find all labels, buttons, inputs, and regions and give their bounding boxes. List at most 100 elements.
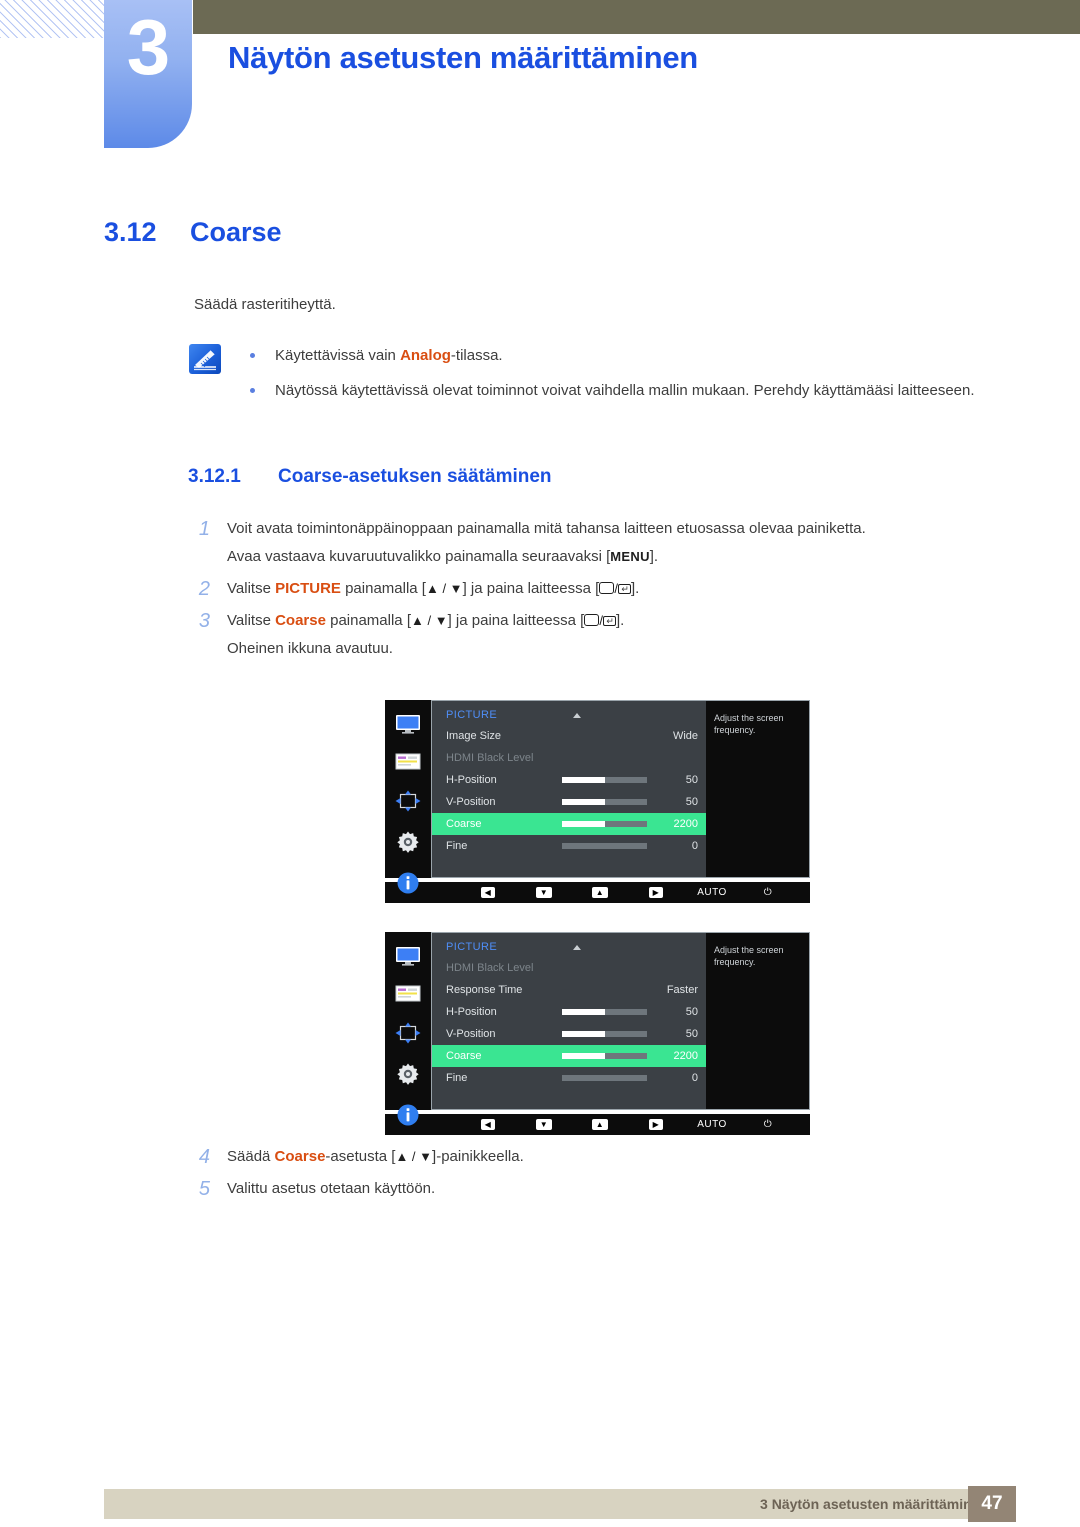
osd-row-value: Wide [672,730,698,742]
steps-list-bottom: 4 Säädä Coarse-asetusta [▲ / ▼]-painikke… [190,1143,990,1207]
osd-menu-title: PICTURE [446,941,498,953]
steps-list-top: 1 Voit avata toimintonäppäinoppaan paina… [190,515,990,667]
bullet-text-pre: Käytettävissä vain [275,347,401,364]
menu-panel-icon[interactable] [395,985,421,1008]
page-number: 47 [968,1486,1016,1522]
step-3: 3 Valitse Coarse painamalla [▲ / ▼] ja p… [190,607,990,663]
position-arrows-icon[interactable] [395,790,421,817]
osd-rows: Image Size Wide HDMI Black Level H-Position… [432,725,706,857]
step-highlight: Coarse [275,612,326,629]
menu-panel-icon[interactable] [395,753,421,776]
enter-button-icon: ↵ [602,616,616,626]
section-title: Coarse [190,217,282,247]
osd-help-panel: Adjust the screen frequency. [706,932,810,1110]
info-icon[interactable] [397,1104,419,1131]
osd-row-fine[interactable]: Fine 0 [432,835,706,857]
osd-screenshot-1: PICTURE Image Size Wide HDMI Black Level H-… [385,700,810,903]
step-text-c: ]-painikkeella. [432,1148,524,1165]
arrow-keys-glyph: ▲ / ▼ [425,581,463,596]
osd-row-value: 0 [691,840,698,852]
osd-btn-up[interactable]: ▲ [572,887,628,898]
bullet-highlight: Analog [400,347,451,364]
power-icon[interactable]: ⏻ [740,887,796,898]
osd-slider[interactable] [562,843,647,849]
step-text-b: painamalla [ [325,612,411,629]
step-2: 2 Valitse PICTURE painamalla [▲ / ▼] ja … [190,575,990,603]
osd-row-label: Coarse [446,1050,482,1062]
osd-btn-right[interactable]: ▶ [628,887,684,898]
osd-btn-up[interactable]: ▲ [572,1119,628,1130]
osd-menu-panel: PICTURE Image Size Wide HDMI Black Level H-… [431,700,706,878]
gear-icon[interactable] [397,831,419,858]
decorative-hatch-pattern [0,0,108,38]
osd-row-response-time[interactable]: Response Time Faster [432,979,706,1001]
osd-row-hdmi-black-level[interactable]: HDMI Black Level [432,957,706,979]
monitor-icon[interactable] [395,714,421,739]
step-text-c: ] ja paina laitteessa [ [462,580,600,597]
osd-slider[interactable] [562,799,647,805]
osd-btn-auto[interactable]: AUTO [684,887,740,898]
step-number: 2 [198,578,210,600]
osd-row-value: 2200 [673,818,698,830]
osd-row-value: 50 [685,796,698,808]
step-followup-text: Oheinen ikkuna avautuu. [227,640,393,657]
chapter-tab: 3 [104,0,192,148]
osd-row-fine[interactable]: Fine 0 [432,1067,706,1089]
osd-body: PICTURE HDMI Black Level Response Time Fas… [385,932,810,1126]
scroll-up-caret-icon [573,945,581,950]
position-arrows-icon[interactable] [395,1022,421,1049]
section-intro-text: Säädä rasteritiheyttä. [194,296,336,313]
osd-row-v-position[interactable]: V-Position 50 [432,1023,706,1045]
section-heading: 3.12 Coarse [104,217,282,248]
osd-row-coarse[interactable]: Coarse 2200 [432,813,706,835]
info-icon[interactable] [397,872,419,899]
osd-screenshot-2: PICTURE HDMI Black Level Response Time Fas… [385,932,810,1135]
step-5: 5 Valittu asetus otetaan käyttöön. [190,1175,990,1203]
osd-btn-down[interactable]: ▼ [516,1119,572,1130]
source-button-icon [584,614,600,626]
step-text-b: -asetusta [ [325,1148,396,1165]
footer-chapter-label: 3 Näytön asetusten määrittäminen [760,1496,988,1512]
osd-row-label: H-Position [446,774,497,786]
chapter-title: Näytön asetusten määrittäminen [228,40,698,75]
osd-row-label: Response Time [446,984,523,996]
osd-btn-down[interactable]: ▼ [516,887,572,898]
osd-row-value: 2200 [673,1050,698,1062]
osd-slider[interactable] [562,821,647,827]
osd-btn-right[interactable]: ▶ [628,1119,684,1130]
osd-btn-left[interactable]: ◀ [460,1119,516,1130]
osd-menu-panel: PICTURE HDMI Black Level Response Time Fas… [431,932,706,1110]
osd-row-image-size[interactable]: Image Size Wide [432,725,706,747]
osd-slider[interactable] [562,1053,647,1059]
osd-slider[interactable] [562,1009,647,1015]
step-number: 4 [198,1146,210,1168]
note-pen-icon [189,344,221,374]
gear-icon[interactable] [397,1063,419,1090]
step-line-1: Voit avata toimintonäppäinoppaan painama… [227,520,866,537]
power-icon[interactable]: ⏻ [740,1119,796,1130]
osd-slider[interactable] [562,1075,647,1081]
osd-row-v-position[interactable]: V-Position 50 [432,791,706,813]
list-item: Näytössä käytettävissä olevat toiminnot … [247,378,987,403]
osd-row-h-position[interactable]: H-Position 50 [432,769,706,791]
osd-button-bar: ◀ ▼ ▲ ▶ AUTO ⏻ [385,1114,810,1135]
step-text-d: ]. [630,580,640,597]
osd-menu-title: PICTURE [446,709,498,721]
osd-icon-rail [385,932,431,1126]
note-bullet-list: Käytettävissä vain Analog-tilassa. Näytö… [247,343,987,413]
osd-row-hdmi-black-level[interactable]: HDMI Black Level [432,747,706,769]
osd-btn-left[interactable]: ◀ [460,887,516,898]
osd-slider[interactable] [562,1031,647,1037]
osd-row-h-position[interactable]: H-Position 50 [432,1001,706,1023]
osd-row-label: HDMI Black Level [446,752,534,764]
osd-row-label: V-Position [446,796,496,808]
osd-row-coarse[interactable]: Coarse 2200 [432,1045,706,1067]
step-4: 4 Säädä Coarse-asetusta [▲ / ▼]-painikke… [190,1143,990,1171]
osd-slider[interactable] [562,777,647,783]
osd-row-label: Fine [446,1072,468,1084]
osd-icon-rail [385,700,431,894]
bullet-text-pre: Näytössä käytettävissä olevat toiminnot … [275,382,975,399]
osd-row-value: 50 [685,1028,698,1040]
monitor-icon[interactable] [395,946,421,971]
osd-btn-auto[interactable]: AUTO [684,1119,740,1130]
